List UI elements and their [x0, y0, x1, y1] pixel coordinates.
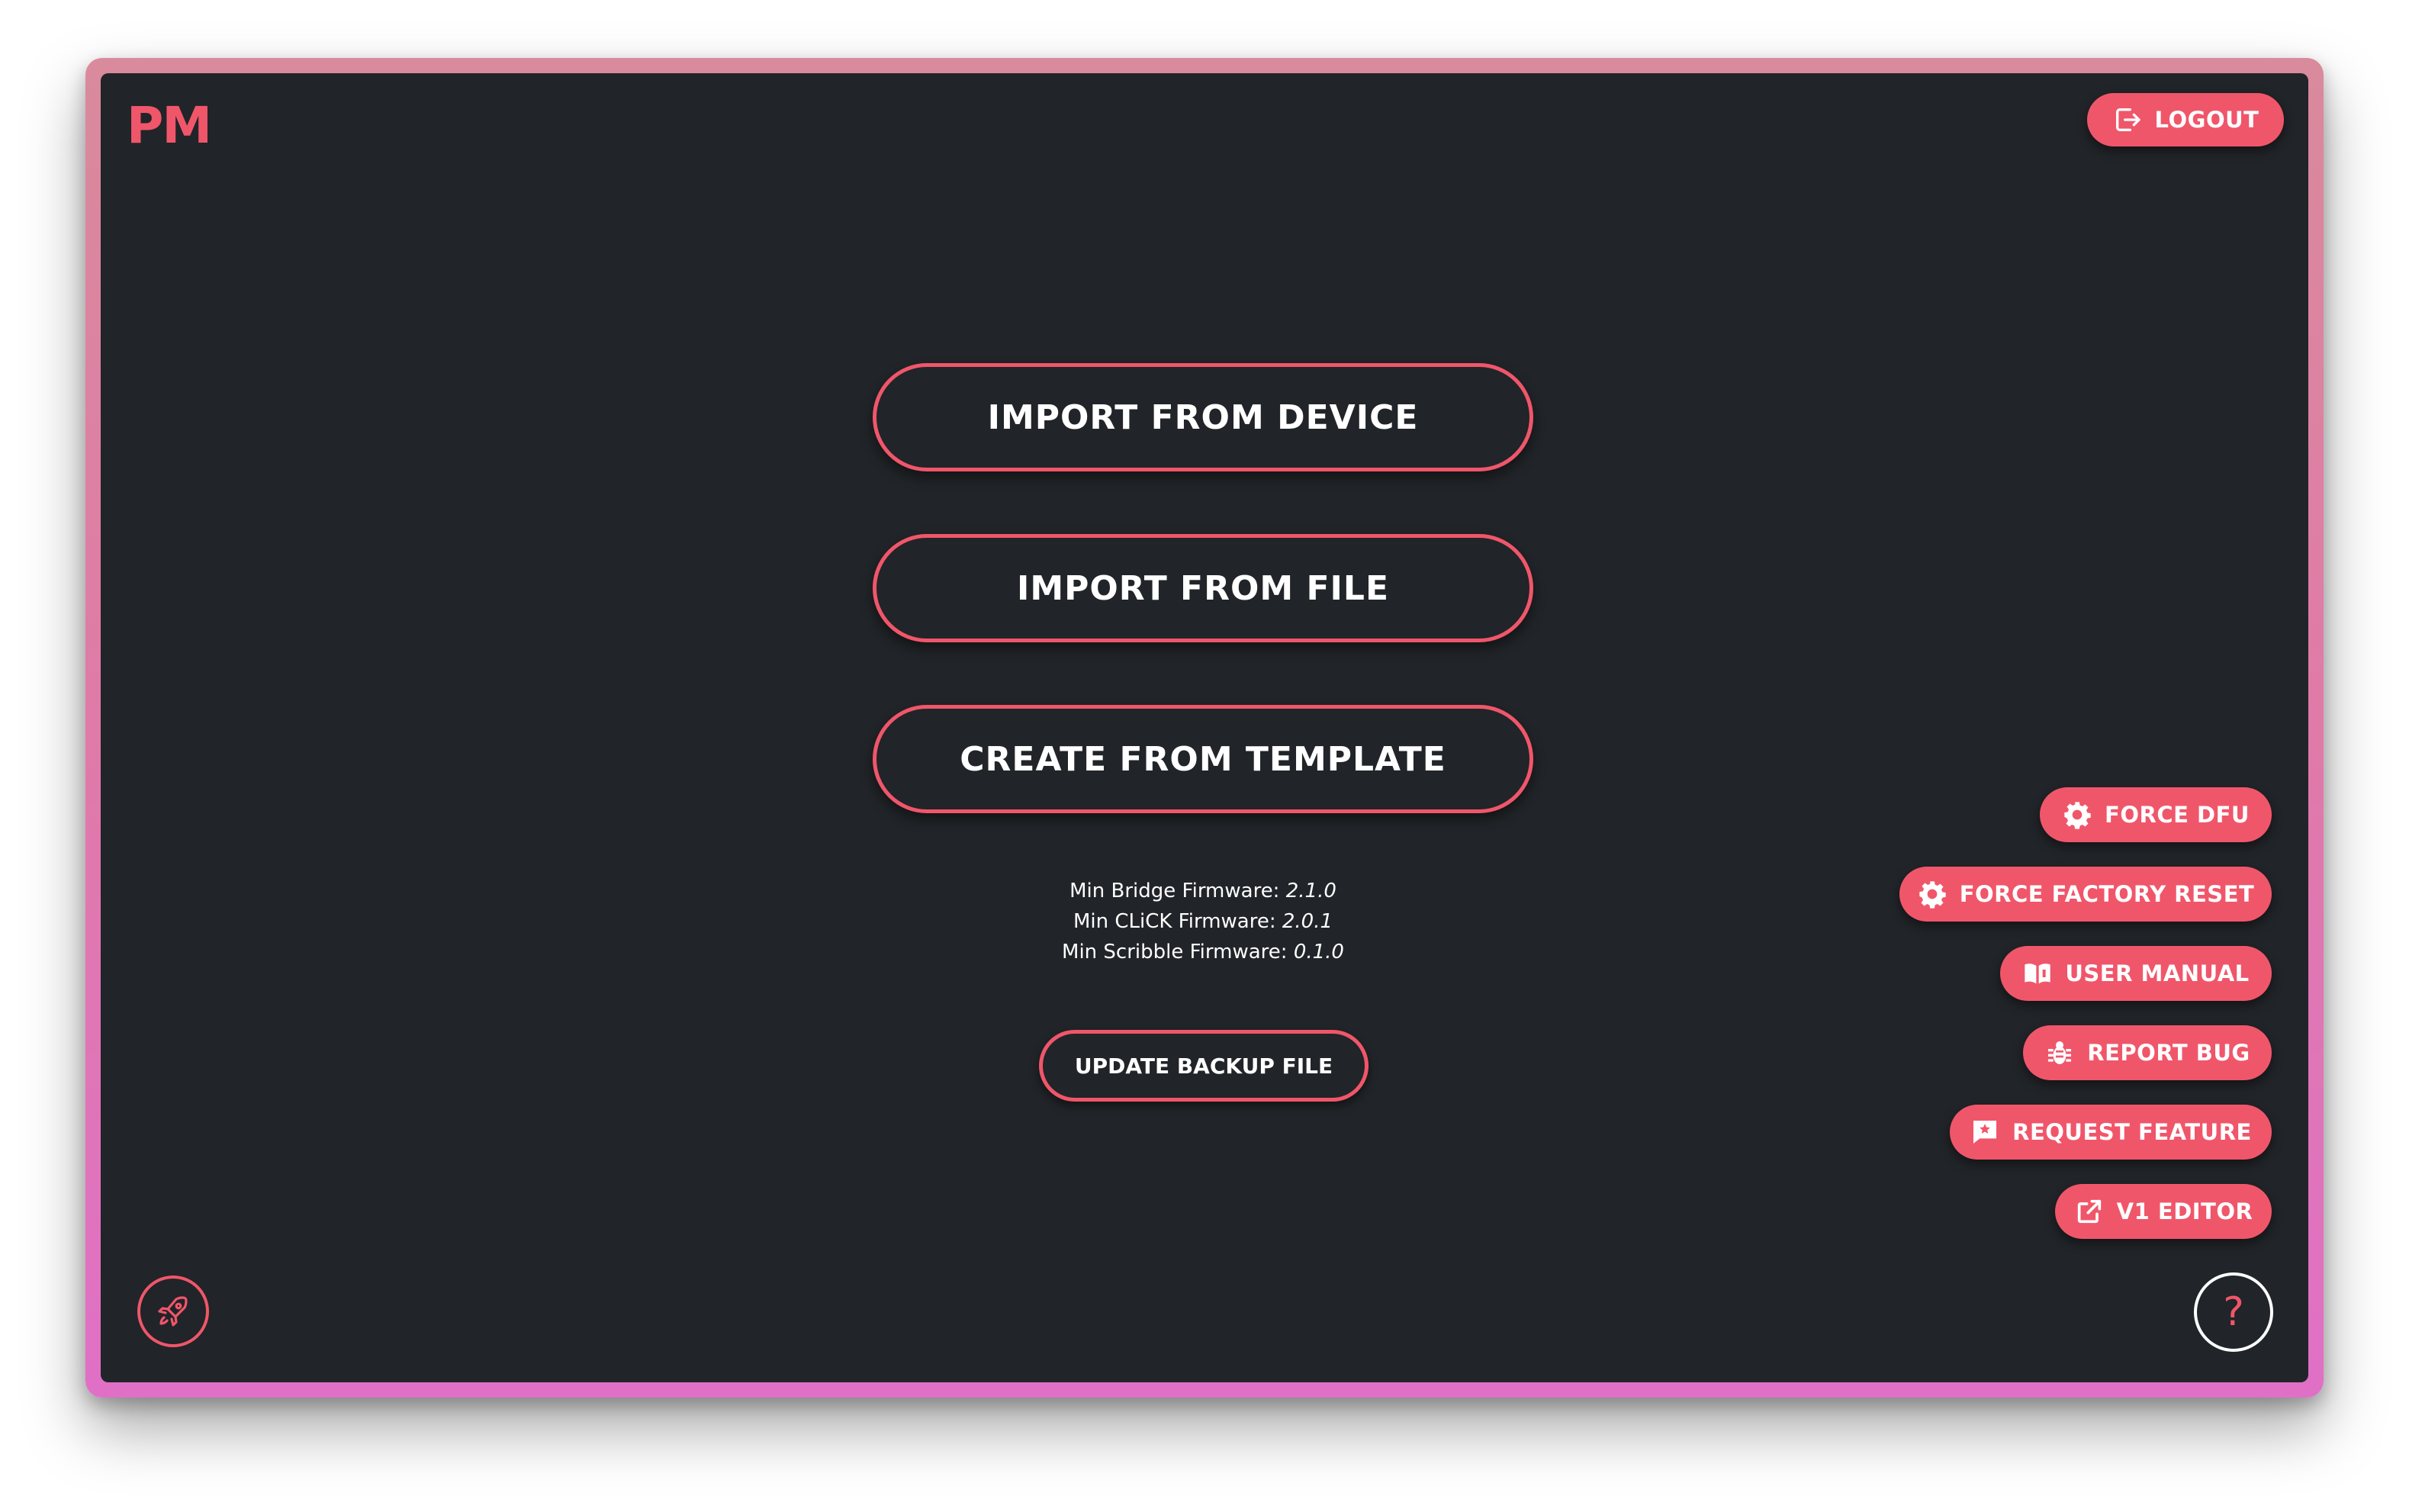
user-manual-label: USER MANUAL	[2065, 960, 2250, 986]
update-backup-file-button[interactable]: UPDATE BACKUP FILE	[1039, 1030, 1369, 1102]
logout-label: LOGOUT	[2154, 107, 2259, 133]
firmware-version: 2.0.1	[1282, 910, 1333, 933]
help-icon: ?	[2223, 1289, 2244, 1335]
import-from-file-label: IMPORT FROM FILE	[1016, 568, 1389, 608]
create-from-template-button[interactable]: CREATE FROM TEMPLATE	[873, 705, 1533, 813]
firmware-scribble-info: Min Scribble Firmware: 0.1.0	[873, 937, 1533, 967]
feature-request-icon	[1973, 1121, 1997, 1144]
import-from-file-button[interactable]: IMPORT FROM FILE	[873, 534, 1533, 642]
import-from-device-button[interactable]: IMPORT FROM DEVICE	[873, 363, 1533, 471]
update-backup-file-label: UPDATE BACKUP FILE	[1074, 1053, 1333, 1079]
app-window: PM LOGOUT IMPORT FROM DEVICE IMPORT FROM…	[101, 73, 2308, 1382]
user-manual-button[interactable]: USER MANUAL	[2000, 946, 2272, 1001]
logout-button[interactable]: LOGOUT	[2087, 93, 2284, 146]
rocket-button[interactable]	[137, 1276, 209, 1347]
firmware-click-info: Min CLiCK Firmware: 2.0.1	[873, 906, 1533, 937]
report-bug-label: REPORT BUG	[2087, 1040, 2250, 1066]
create-from-template-label: CREATE FROM TEMPLATE	[960, 739, 1446, 779]
gear-icon	[2064, 802, 2091, 829]
firmware-bridge-info: Min Bridge Firmware: 2.1.0	[873, 876, 1533, 906]
force-dfu-label: FORCE DFU	[2105, 802, 2250, 828]
gear-icon	[1919, 881, 1946, 909]
v1-editor-button[interactable]: V1 EDITOR	[2055, 1184, 2272, 1239]
firmware-version: 0.1.0	[1293, 941, 1344, 963]
request-feature-label: REQUEST FEATURE	[2012, 1119, 2252, 1145]
help-button[interactable]: ?	[2194, 1272, 2273, 1352]
rocket-icon	[158, 1296, 188, 1327]
external-link-icon	[2077, 1199, 2101, 1224]
book-icon	[2025, 963, 2050, 984]
firmware-label: Min Bridge Firmware:	[1069, 880, 1280, 902]
request-feature-button[interactable]: REQUEST FEATURE	[1950, 1105, 2272, 1160]
force-dfu-button[interactable]: FORCE DFU	[2040, 787, 2272, 842]
logout-icon	[2115, 108, 2140, 131]
force-factory-reset-button[interactable]: FORCE FACTORY RESET	[1899, 867, 2272, 922]
firmware-version: 2.1.0	[1285, 880, 1336, 902]
force-factory-reset-label: FORCE FACTORY RESET	[1959, 881, 2255, 907]
bug-icon	[2048, 1041, 2072, 1064]
import-from-device-label: IMPORT FROM DEVICE	[987, 397, 1419, 437]
v1-editor-label: V1 EDITOR	[2116, 1198, 2253, 1224]
report-bug-button[interactable]: REPORT BUG	[2023, 1025, 2272, 1080]
firmware-label: Min Scribble Firmware:	[1062, 941, 1288, 963]
app-logo: PM	[127, 96, 212, 155]
firmware-label: Min CLiCK Firmware:	[1073, 910, 1276, 933]
